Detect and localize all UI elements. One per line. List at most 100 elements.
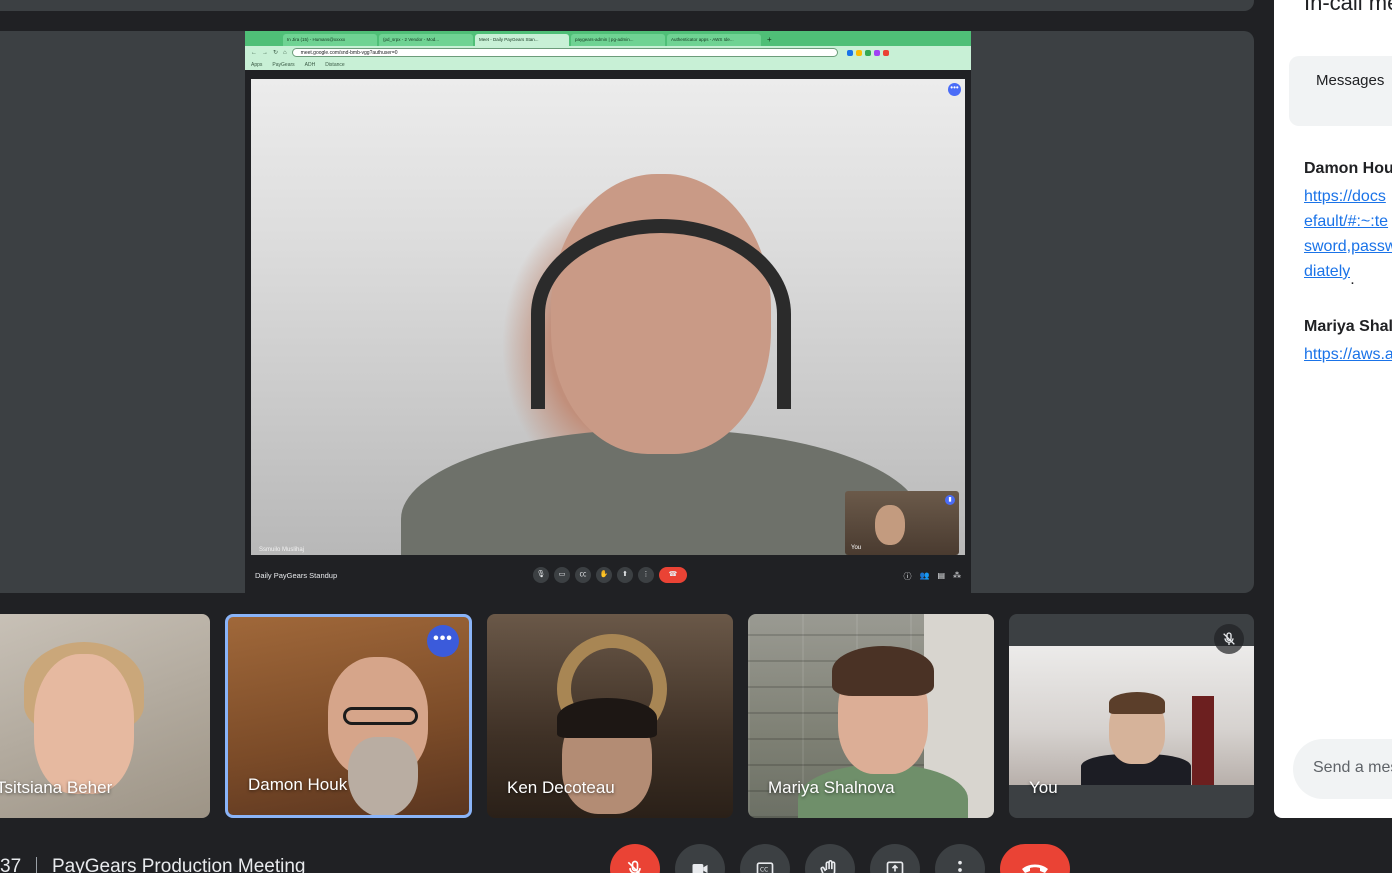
glasses	[343, 707, 418, 725]
shared-meet-controls: Daily PayGears Standup 🎙 ▭ ㏄ ✋ ⬆ ⋮ ☎ ⓘ 👥…	[245, 561, 971, 593]
meeting-clock: 37	[0, 856, 22, 873]
chat-sender: Damon Houk	[1304, 160, 1392, 177]
chat-link[interactable]: https://docs	[1304, 184, 1392, 209]
mic-off-icon	[1214, 624, 1244, 654]
leave-call-button[interactable]	[1000, 844, 1070, 873]
more-options-icon: •••	[948, 83, 961, 96]
present-icon	[886, 861, 904, 873]
extension-icon	[846, 49, 853, 56]
chat-side-panel: In-call messages Messages a Damon Houk h…	[1274, 0, 1392, 818]
participant-name: Ken Decoteau	[507, 778, 615, 797]
presentation-stage: In Jira (15) - Humans@xxxxx (pd_srpx - 2…	[0, 31, 1254, 593]
browser-tab: (pd_srpx - 2 Vendor - Mod...	[379, 34, 473, 46]
participant-tile[interactable]: Ken Decoteau	[487, 614, 733, 818]
address-bar: meet.google.com/snd-bmb-vgg?authuser=0	[291, 48, 838, 57]
shared-screen: In Jira (15) - Humans@xxxxx (pd_srpx - 2…	[245, 31, 971, 593]
send-message-input[interactable]: Send a message	[1293, 739, 1392, 799]
browser-tab-active: Meet - Daily PayGears Stan...	[475, 34, 569, 46]
browser-tab: paygears-admin | pg-admin...	[571, 34, 665, 46]
mic-toggle-button[interactable]	[610, 844, 660, 873]
hand-icon: ✋	[596, 567, 612, 583]
divider	[36, 857, 37, 873]
camera-toggle-button[interactable]	[675, 844, 725, 873]
bottom-control-bar: 37 PayGears Production Meeting CC	[0, 840, 1392, 873]
audio-level-icon: ▮	[945, 495, 955, 505]
bookmark-item: Apps	[251, 61, 263, 68]
captions-button[interactable]: CC	[740, 844, 790, 873]
captions-icon: ㏄	[575, 567, 591, 583]
captions-icon: CC	[756, 862, 774, 873]
participant-face	[875, 505, 905, 545]
chat-icon: ▤	[937, 571, 945, 580]
meet-window: In Jira (15) - Humans@xxxxx (pd_srpx - 2…	[0, 0, 1392, 873]
participant-tile[interactable]: Mariya Shalnova	[748, 614, 994, 818]
chat-link[interactable]: diately	[1304, 259, 1350, 284]
hang-up-icon	[1022, 864, 1048, 873]
browser-tab-strip: In Jira (15) - Humans@xxxxx (pd_srpx - 2…	[245, 31, 971, 46]
participant-name: Tsitsiana Beher	[0, 778, 113, 797]
bookmark-item: PayGears	[272, 61, 295, 68]
chat-link[interactable]: https://aws.a	[1304, 342, 1392, 367]
raise-hand-button[interactable]	[805, 844, 855, 873]
more-options-button[interactable]: •••	[427, 625, 459, 657]
browser-tab: Authenticator apps - AWS Ide...	[667, 34, 761, 46]
participant-hair	[832, 646, 934, 696]
shared-right-icons: ⓘ 👥 ▤ ⁂	[903, 571, 961, 582]
participant-name: Mariya Shalnova	[768, 778, 895, 797]
more-options-icon: ⋮	[638, 567, 654, 583]
home-icon: ⌂	[283, 49, 287, 56]
extension-icon	[864, 49, 871, 56]
participant-name: Damon Houk	[248, 775, 348, 794]
info-icon: ⓘ	[903, 572, 912, 581]
present-icon: ⬆	[617, 567, 633, 583]
hand-icon	[820, 860, 836, 873]
new-tab-icon: +	[767, 35, 772, 44]
messages-setting-toggle[interactable]: Messages a	[1289, 56, 1392, 126]
extension-icons	[846, 49, 889, 56]
participant-face	[34, 654, 134, 794]
chat-sender: Mariya Shalnova	[1304, 318, 1392, 335]
shared-meeting-title: Daily PayGears Standup	[255, 571, 338, 580]
door	[1192, 696, 1214, 785]
send-message-placeholder: Send a message	[1313, 759, 1392, 776]
svg-text:CC: CC	[760, 868, 768, 873]
browser-toolbar: ← → ↻ ⌂ meet.google.com/snd-bmb-vgg?auth…	[245, 46, 971, 59]
chat-message: Mariya Shalnova https://aws.a	[1304, 318, 1392, 367]
extension-icon	[873, 49, 880, 56]
present-screen-button[interactable]	[870, 844, 920, 873]
back-icon: ←	[251, 49, 257, 56]
reload-icon: ↻	[273, 50, 279, 56]
self-tile[interactable]: You	[1009, 614, 1254, 818]
messages-toggle-label: Messages	[1316, 72, 1385, 89]
more-vert-icon	[958, 860, 962, 872]
camera-icon: ▭	[554, 567, 570, 583]
self-view-pip: ▮ You	[845, 491, 959, 555]
mic-off-icon	[627, 860, 641, 873]
chat-link[interactable]: efault/#:~:te	[1304, 209, 1392, 234]
more-options-button[interactable]	[935, 844, 985, 873]
meeting-title: PayGears Production Meeting	[52, 856, 306, 873]
chat-text: .	[1350, 271, 1355, 288]
chat-link[interactable]: sword,passw	[1304, 234, 1392, 259]
headphones	[531, 219, 791, 409]
bookmark-item: Distance	[325, 61, 345, 68]
participant-tile-pinned[interactable]: ••• Damon Houk	[225, 614, 472, 818]
mic-icon: 🎙	[533, 567, 549, 583]
hang-up-icon: ☎	[659, 567, 687, 583]
remote-participant-name: Ssmuilo Muslihaj	[259, 547, 305, 553]
bookmark-item: ADH	[304, 61, 316, 68]
participant-hair	[557, 698, 657, 738]
extension-icon	[855, 49, 862, 56]
participant-tile[interactable]: Tsitsiana Beher	[0, 614, 210, 818]
self-video	[1009, 646, 1254, 785]
camera-icon	[692, 864, 708, 873]
bookmarks-bar: Apps PayGears ADH Distance	[245, 59, 971, 70]
beard	[348, 737, 418, 815]
self-view-label: You	[851, 545, 862, 551]
browser-tab: In Jira (15) - Humans@xxxxx	[283, 34, 377, 46]
participant-name: You	[1029, 778, 1058, 797]
activities-icon: ⁂	[953, 571, 961, 580]
forward-icon: →	[262, 49, 268, 56]
remote-participant-video: ••• Ssmuilo Muslihaj ▮ You	[251, 79, 965, 555]
profile-icon	[882, 49, 889, 56]
